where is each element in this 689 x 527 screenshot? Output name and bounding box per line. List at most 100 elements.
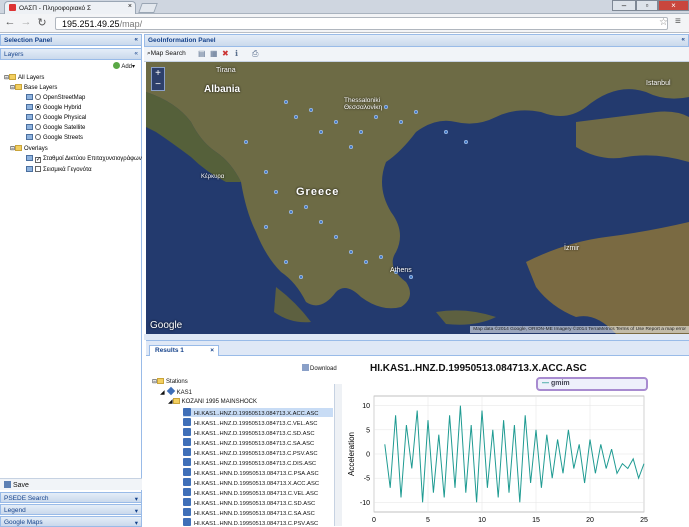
- results-tab[interactable]: Results 1 ×: [149, 345, 219, 356]
- result-file-row[interactable]: HI.KAS1..HNZ.D.19950513.084713.C.VEL.ASC: [183, 418, 333, 427]
- tree-label: KOZANI 1995 MAINSHOCK: [181, 399, 257, 405]
- map-label-thessaloniki: Thessaloniki Θεσσαλονίκη: [344, 97, 383, 111]
- save-bar: Save: [0, 478, 142, 490]
- accordion-label: Legend: [4, 507, 26, 514]
- collapse-layers-icon[interactable]: «: [134, 50, 138, 57]
- reload-icon[interactable]: ↻: [36, 16, 48, 29]
- forward-icon[interactable]: →: [20, 16, 32, 28]
- minimize-button[interactable]: –: [612, 0, 636, 11]
- radio-button[interactable]: [35, 124, 41, 130]
- result-file-row[interactable]: HI.KAS1..HNN.D.19950513.084713.C.SA.ASC: [183, 508, 333, 517]
- map-label-izmir: İzmir: [564, 245, 580, 252]
- map-label-corfu: Κέρκυρα: [201, 174, 225, 180]
- layer-icon: [26, 104, 33, 110]
- result-file-row[interactable]: HI.KAS1..HNZ.D.19950513.084713.C.PSV.ASC: [183, 448, 333, 457]
- tree-base-layers[interactable]: ⊟ Base Layers: [10, 84, 57, 91]
- result-file-label: HI.KAS1..HNZ.D.19950513.084713.X.ACC.ASC: [194, 411, 319, 417]
- map-search-label: Map Search: [150, 50, 186, 57]
- result-file-label: HI.KAS1..HNN.D.19950513.084713.C.PSV.ASC: [194, 521, 319, 527]
- result-file-row[interactable]: HI.KAS1..HNN.D.19950513.084713.C.VEL.ASC: [183, 488, 333, 497]
- tree-all-layers[interactable]: ⊟ All Layers: [4, 74, 44, 81]
- results-scrollbar[interactable]: [334, 384, 342, 526]
- accordion-psede-search[interactable]: PSEDE Search ▾: [0, 492, 142, 503]
- url-field[interactable]: 195.251.49.25/map/: [55, 17, 668, 30]
- radio-button-selected[interactable]: [35, 104, 41, 110]
- close-tab-icon[interactable]: ×: [128, 3, 132, 10]
- checkbox[interactable]: [35, 166, 41, 172]
- x-tick-label: 25: [640, 517, 648, 524]
- tree-overlays[interactable]: ⊟ Overlays: [10, 145, 48, 152]
- maximize-button[interactable]: ▫: [636, 0, 658, 11]
- close-window-button[interactable]: ×: [658, 0, 689, 11]
- y-axis-label: Acceleration: [347, 432, 356, 476]
- map-toolbar: ⌕Map Search ▤ ▦ ✖ ℹ ⎙: [144, 47, 689, 62]
- results-tab-strip: [146, 341, 689, 356]
- result-file-row[interactable]: HI.KAS1..HNZ.D.19950513.084713.X.ACC.ASC: [183, 408, 333, 417]
- layer-item[interactable]: OpenStreetMap: [26, 94, 85, 101]
- radio-button[interactable]: [35, 134, 41, 140]
- layer-icon: [26, 124, 33, 130]
- result-file-label: HI.KAS1..HNZ.D.19950513.084713.C.PSV.ASC: [194, 451, 318, 457]
- map-view[interactable]: + − Albania Tirana Greece Thessaloniki Θ…: [146, 62, 689, 334]
- result-file-label: HI.KAS1..HNZ.D.19950513.084713.C.DIS.ASC: [194, 461, 317, 467]
- selection-panel-header: Selection Panel «: [0, 34, 142, 46]
- tree-event[interactable]: ◢ KOZANI 1995 MAINSHOCK: [168, 398, 257, 405]
- file-icon: [183, 508, 191, 516]
- grid-icon[interactable]: ▦: [210, 49, 218, 58]
- radio-button[interactable]: [35, 114, 41, 120]
- accordion-legend[interactable]: Legend ▾: [0, 504, 142, 515]
- y-tick-label: 0: [366, 452, 370, 459]
- result-file-row[interactable]: HI.KAS1..HNZ.D.19950513.084713.C.DIS.ASC: [183, 458, 333, 467]
- tree-stations[interactable]: ⊟ Stations: [152, 378, 188, 385]
- layers-header-title: Layers: [4, 51, 24, 58]
- result-file-row[interactable]: HI.KAS1..HNN.D.19950513.084713.X.ACC.ASC: [183, 478, 333, 487]
- clear-icon[interactable]: ✖: [222, 49, 229, 58]
- zoom-in-button[interactable]: +: [152, 68, 164, 79]
- overlay-item[interactable]: ✓ Σταθμοί Δικτύου Επιταχυνσιογράφων: [26, 155, 142, 163]
- back-icon[interactable]: ←: [4, 16, 16, 28]
- map-search-button[interactable]: ⌕Map Search: [147, 50, 186, 58]
- layer-label: Google Satellite: [43, 125, 86, 131]
- result-file-label: HI.KAS1..HNZ.D.19950513.084713.C.SA.ASC: [194, 441, 315, 447]
- file-icon: [183, 488, 191, 496]
- result-file-row[interactable]: HI.KAS1..HNN.D.19950513.084713.C.PSA.ASC: [183, 468, 333, 477]
- close-tab-icon[interactable]: ×: [210, 347, 214, 354]
- download-button[interactable]: Download: [302, 364, 337, 372]
- accordion-label: Google Maps: [4, 519, 43, 526]
- menu-icon[interactable]: ≡: [675, 16, 681, 27]
- overlay-label: Σεισμικά Γεγονότα: [43, 167, 92, 173]
- tree-label: Base Layers: [24, 85, 58, 91]
- layer-icon: [26, 134, 33, 140]
- result-file-row[interactable]: HI.KAS1..HNZ.D.19950513.084713.C.SD.ASC: [183, 428, 333, 437]
- folder-icon: [15, 145, 23, 151]
- result-file-label: HI.KAS1..HNN.D.19950513.084713.C.VEL.ASC: [194, 491, 319, 497]
- collapse-icon[interactable]: «: [134, 36, 138, 43]
- accordion-google-maps[interactable]: Google Maps ▾: [0, 516, 142, 527]
- print-icon[interactable]: ▤: [198, 49, 206, 58]
- info-icon[interactable]: ℹ: [235, 49, 238, 58]
- checkbox-checked[interactable]: ✓: [35, 157, 41, 163]
- save-button[interactable]: Save: [4, 481, 29, 489]
- layer-item[interactable]: Google Hybrid: [26, 104, 81, 111]
- map-label-tirana: Tirana: [216, 67, 236, 74]
- result-file-row[interactable]: HI.KAS1..HNN.D.19950513.084713.C.SD.ASC: [183, 498, 333, 507]
- file-icon: [183, 438, 191, 446]
- y-tick-label: 5: [366, 427, 370, 434]
- layer-item[interactable]: Google Satellite: [26, 124, 85, 131]
- overlay-item[interactable]: Σεισμικά Γεγονότα: [26, 166, 92, 173]
- map-attribution[interactable]: Map data ©2014 Google, ORION-ME Imagery …: [470, 326, 689, 333]
- add-button-label: Add: [121, 64, 133, 70]
- radio-button[interactable]: [35, 94, 41, 100]
- bookmark-star-icon[interactable]: ☆: [659, 17, 668, 28]
- download-icon: [302, 364, 309, 371]
- zoom-out-button[interactable]: −: [152, 79, 164, 90]
- browser-tab[interactable]: ΟΑΣΠ - Πληροφοριακό Σ ×: [4, 1, 136, 14]
- layer-item[interactable]: Google Physical: [26, 114, 86, 121]
- result-file-row[interactable]: HI.KAS1..HNZ.D.19950513.084713.C.SA.ASC: [183, 438, 333, 447]
- layer-item[interactable]: Google Streets: [26, 134, 83, 141]
- station-icon: [166, 386, 175, 396]
- add-button[interactable]: Add▾: [113, 62, 135, 70]
- tree-station[interactable]: ◢ KAS1: [160, 386, 192, 396]
- print-map-icon[interactable]: ⎙: [252, 49, 258, 59]
- collapse-icon[interactable]: «: [681, 36, 685, 43]
